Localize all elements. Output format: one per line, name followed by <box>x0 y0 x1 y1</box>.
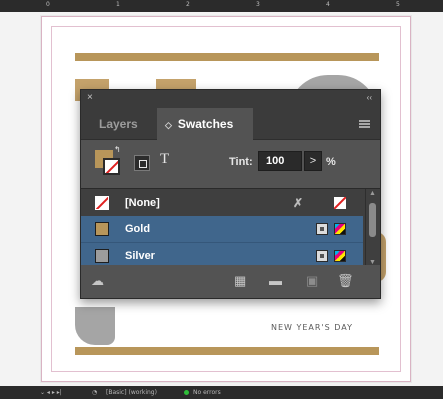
panel-menu-icon[interactable] <box>359 120 370 128</box>
new-color-group-icon[interactable]: ▬ <box>269 273 282 288</box>
silver-swatch-chip <box>95 249 109 263</box>
bottom-gold-rule[interactable] <box>75 347 379 355</box>
close-icon[interactable]: × <box>87 92 93 103</box>
swatch-name: Gold <box>125 223 151 235</box>
gray-number-shape[interactable] <box>75 307 115 345</box>
scroll-up-icon[interactable]: ▲ <box>369 190 376 197</box>
collapse-icon[interactable]: ‹‹ <box>367 93 372 102</box>
tint-label: Tint: <box>229 156 253 168</box>
swatches-panel[interactable]: × ‹‹ Layers ◇ Swatches ↰ T Tint: 100 > % … <box>80 89 381 299</box>
formatting-affects-container-button[interactable] <box>134 155 150 171</box>
swatch-list[interactable]: [None] ✗ Gold Silver ▲ ▼ <box>81 188 380 268</box>
swap-fill-stroke-icon[interactable]: ↰ <box>114 145 121 154</box>
stroke-swatch[interactable] <box>103 158 120 175</box>
ruler-label: 5 <box>396 1 400 8</box>
ruler-label: 3 <box>256 1 260 8</box>
top-gold-rule[interactable] <box>75 53 379 61</box>
tab-options-icon: ◇ <box>165 120 172 130</box>
none-color-mode-icon <box>334 197 346 209</box>
new-swatch-icon[interactable]: ▣ <box>306 273 318 289</box>
swatch-name: [None] <box>125 197 160 209</box>
tint-input[interactable]: 100 <box>258 151 302 171</box>
panel-footer: ☁ ▦ ▬ ▣ 🗑 <box>81 265 380 298</box>
preflight-status[interactable]: No errors <box>193 389 221 396</box>
swatch-row-none[interactable]: [None] ✗ <box>81 190 363 216</box>
cannot-edit-icon: ✗ <box>293 196 304 210</box>
cloud-libraries-icon[interactable]: ☁ <box>91 273 104 289</box>
preflight-icon: ◔ <box>92 389 98 396</box>
panel-tab-row: Layers ◇ Swatches <box>81 108 380 140</box>
panel-titlebar[interactable]: × ‹‹ <box>81 90 380 108</box>
tint-unit: % <box>326 156 336 168</box>
tab-layers[interactable]: Layers <box>91 108 146 140</box>
formatting-affects-text-button[interactable]: T <box>160 151 169 168</box>
delete-swatch-icon[interactable]: 🗑 <box>337 273 354 289</box>
no-errors-indicator-icon <box>184 390 189 395</box>
ruler-label: 0 <box>46 1 50 8</box>
ruler-label: 2 <box>186 1 190 8</box>
tab-label: Swatches <box>177 117 234 131</box>
ruler-label: 4 <box>326 1 330 8</box>
gold-swatch-chip <box>95 222 109 236</box>
page-nav-controls[interactable]: ⌄ ◂ ▸ ▸| <box>40 389 62 396</box>
swatch-row-gold[interactable]: Gold <box>81 216 363 242</box>
page-caption[interactable]: NEW YEAR'S DAY <box>271 323 353 332</box>
tab-swatches[interactable]: ◇ Swatches <box>157 108 253 140</box>
tint-slider-button[interactable]: > <box>304 151 322 171</box>
preflight-profile[interactable]: [Basic] (working) <box>106 389 157 396</box>
status-bar: ⌄ ◂ ▸ ▸| ◔ [Basic] (working) No errors <box>0 386 443 399</box>
swatch-views-icon[interactable]: ▦ <box>234 273 246 289</box>
cmyk-mode-icon <box>334 250 346 262</box>
ruler-label: 1 <box>116 1 120 8</box>
cmyk-mode-icon <box>334 223 346 235</box>
horizontal-ruler[interactable]: 0 1 2 3 4 5 <box>0 0 443 12</box>
tab-label: Layers <box>99 117 138 131</box>
process-color-icon <box>316 223 328 235</box>
swatch-name: Silver <box>125 250 155 262</box>
scroll-thumb[interactable] <box>369 203 376 237</box>
swatch-list-scrollbar[interactable]: ▲ ▼ <box>365 189 378 268</box>
none-swatch-chip <box>95 196 109 210</box>
swatch-controls: ↰ T Tint: 100 > % <box>81 140 380 187</box>
process-color-icon <box>316 250 328 262</box>
